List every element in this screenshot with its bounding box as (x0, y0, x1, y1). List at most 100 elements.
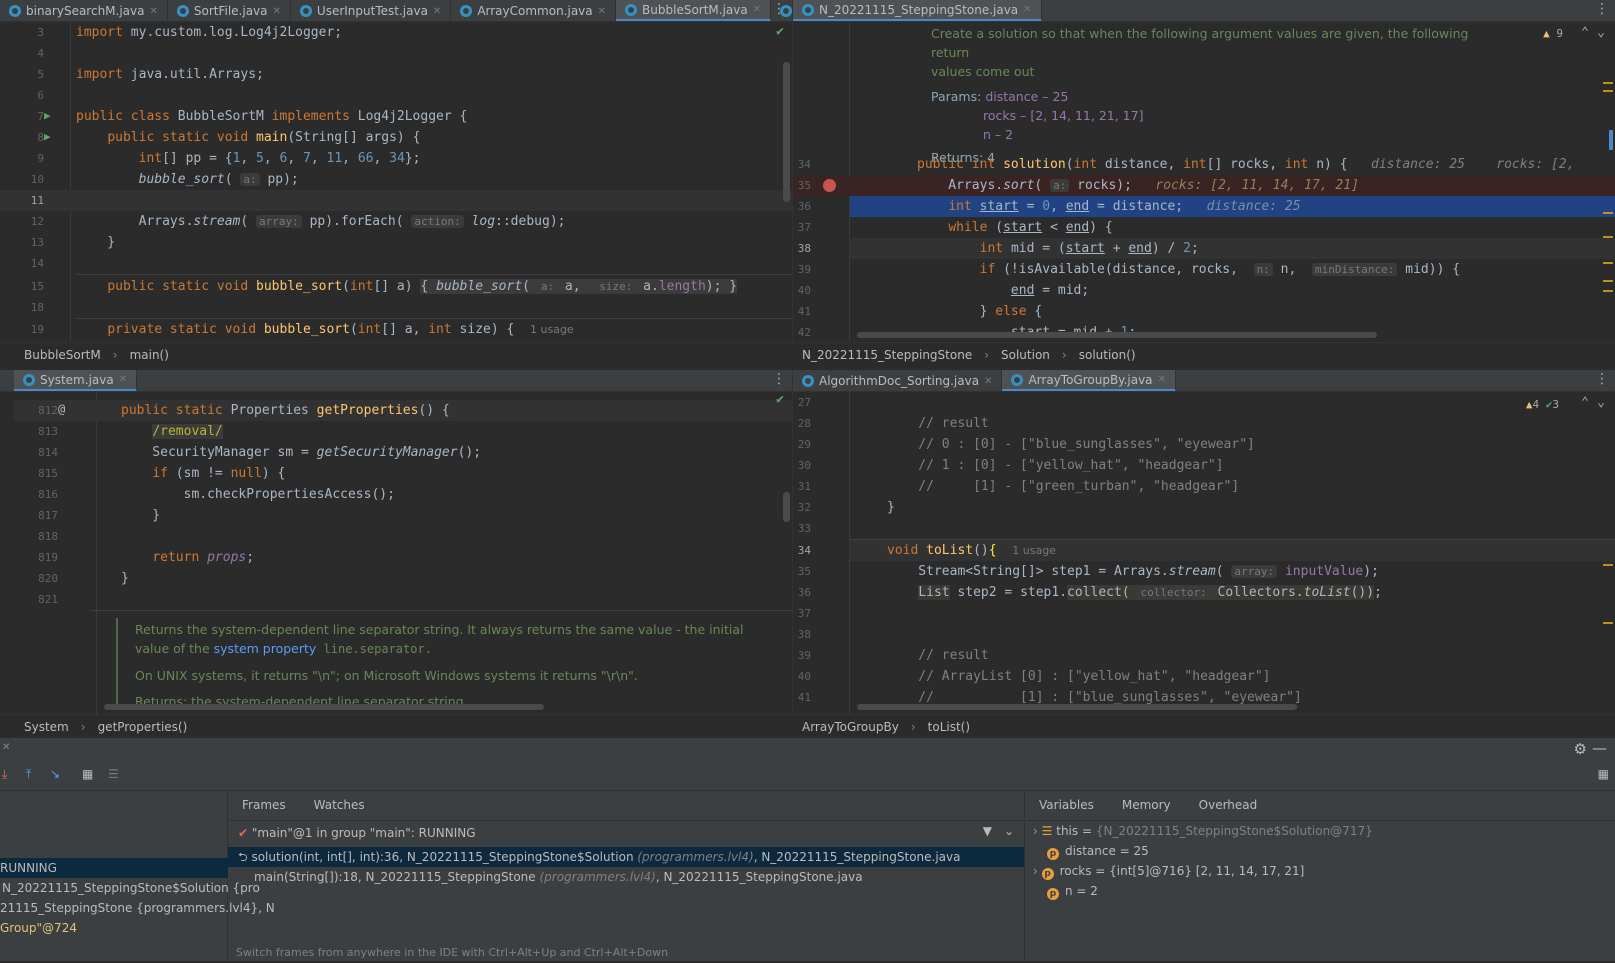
frames-header: Frames Watches (228, 792, 365, 818)
close-icon[interactable]: ✕ (119, 374, 127, 385)
chevron-right-icon: › (1033, 864, 1038, 878)
horizontal-scrollbar[interactable] (857, 332, 1377, 338)
variable-row[interactable]: p distance = 25 (1047, 841, 1149, 861)
chevron-down-icon[interactable]: ⌄ (1597, 25, 1605, 40)
code-area[interactable]: ▲4 ✔3 ⌃ ⌄ 27 28 // result 29 // 0 : [0] … (793, 392, 1615, 714)
more-icon[interactable]: ⋮ (772, 1, 786, 17)
editor-tabbar: AlgorithmDoc_Sorting.java ✕ ArrayToGroupB… (793, 370, 1615, 392)
tab-steppingstone[interactable]: N_20221115_SteppingStone.java ✕ (793, 0, 1042, 21)
class-icon (299, 5, 312, 17)
check-icon: ✔ (776, 24, 784, 39)
more-icon[interactable]: ⋮ (772, 371, 786, 387)
javadoc: Create a solution so that when the follo… (931, 26, 1469, 165)
horizontal-scrollbar[interactable] (104, 704, 544, 710)
close-icon[interactable]: ✕ (433, 6, 441, 17)
tab-memory[interactable]: Memory (1122, 798, 1171, 812)
class-icon (9, 5, 21, 17)
close-icon[interactable]: ✕ (149, 6, 157, 17)
tab-arraytogroupby[interactable]: ArrayToGroupBy.java ✕ (1002, 370, 1176, 391)
close-icon[interactable]: ✕ (2, 742, 10, 753)
tab-binarysearch[interactable]: binarySearchM.java ✕ (0, 0, 168, 21)
tab-variables[interactable]: Variables (1039, 798, 1094, 812)
evaluate-icon[interactable]: ▦ (82, 767, 93, 781)
trace-icon[interactable]: ☰ (108, 767, 119, 781)
variable-row[interactable]: pn = 2 (1047, 881, 1098, 901)
close-icon[interactable]: ✕ (984, 376, 992, 387)
class-icon (802, 3, 814, 16)
override-icon[interactable]: @ (58, 402, 65, 416)
editor-tabbar: System.java ✕ ⋮ (0, 370, 792, 392)
debug-toolbar: ⤓ ⤒ ↘ ▦ ☰ ▦ (0, 763, 1615, 791)
close-icon[interactable]: ✕ (753, 4, 761, 15)
class-icon (1011, 373, 1024, 386)
variable-row[interactable]: › ☰ this = {N_20221115_SteppingStone$Sol… (1033, 821, 1373, 841)
run-icon[interactable]: ▶ (44, 109, 51, 122)
tab-system[interactable]: System.java ✕ (14, 370, 138, 391)
class-icon (176, 5, 189, 17)
layout-icon[interactable]: ▦ (1598, 767, 1609, 781)
class-icon (625, 3, 638, 16)
filter-icon[interactable]: ▼ (983, 824, 992, 838)
run-to-cursor-icon[interactable]: ↘ (50, 767, 60, 781)
editor-tabbar: N_20221115_SteppingStone.java ✕ ⋮ (793, 0, 1615, 22)
code-area[interactable]: 3 import my.custom.log.Log4j2Logger; 4 5… (0, 22, 792, 342)
close-icon[interactable]: ✕ (1023, 4, 1031, 15)
inspection-widget[interactable]: ▲ 9 (1543, 27, 1563, 40)
class-icon (802, 375, 814, 387)
breadcrumb: ArrayToGroupBy › toList() (792, 714, 1615, 738)
breakpoint-icon[interactable] (823, 179, 836, 192)
variables-list: › ☰ this = {N_20221115_SteppingStone$Sol… (1024, 820, 1615, 961)
chevron-down-icon[interactable]: ⌄ (1004, 824, 1014, 838)
variables-header: Variables Memory Overhead (1024, 792, 1257, 818)
editor-steppingstone: N_20221115_SteppingStone.java ✕ ⋮ Create … (792, 0, 1615, 342)
editor-system: System.java ✕ ⋮ 812 @ public static Prope… (0, 370, 792, 714)
more-icon[interactable]: ⋮ (1595, 371, 1609, 387)
chevron-up-icon[interactable]: ⌃ (1581, 395, 1589, 410)
chevron-right-icon: › (1033, 824, 1038, 838)
run-icon[interactable]: ▶ (44, 130, 51, 143)
thread-row[interactable]: N_20221115_SteppingStone$Solution {pro (2, 878, 260, 898)
editor-tabbar: binarySearchM.java ✕ SortFile.java ✕ UserI… (0, 0, 792, 22)
minimize-icon[interactable]: — (1592, 739, 1607, 757)
step-into-icon[interactable]: ⤓ (2, 767, 7, 782)
breadcrumb: System › getProperties() (0, 714, 792, 738)
debug-panel: ✕ ⚙ — ⤓ ⤒ ↘ ▦ ☰ ▦ RUNNING N_20221115_Ste… (0, 738, 1615, 961)
chevron-up-icon[interactable]: ⌃ (1581, 25, 1589, 40)
threads-list: RUNNING N_20221115_SteppingStone$Solutio… (0, 792, 275, 961)
tab-sortfile[interactable]: SortFile.java ✕ (168, 0, 291, 21)
editor-bubblesort: binarySearchM.java ✕ SortFile.java ✕ UserI… (0, 0, 792, 342)
frame-row[interactable]: ⮌ solution(int, int[], int):36, N_202211… (228, 847, 1024, 867)
variable-row[interactable]: › p rocks = {int[5]@716} [2, 11, 14, 17, … (1033, 861, 1304, 881)
check-icon: ✔ (776, 392, 784, 407)
step-out-icon[interactable]: ⤒ (26, 767, 31, 782)
more-icon[interactable]: ⋮ (1595, 1, 1609, 17)
inspection-widget[interactable]: ▲4 ✔3 (1526, 398, 1559, 411)
scrollbar[interactable] (783, 62, 790, 202)
tab-watches[interactable]: Watches (314, 798, 365, 812)
close-icon[interactable]: ✕ (1158, 374, 1166, 385)
frame-row[interactable]: main(String[]):18, N_20221115_SteppingSt… (254, 867, 863, 887)
tab-arraycommon[interactable]: ArrayCommon.java ✕ (451, 0, 617, 21)
tab-overhead[interactable]: Overhead (1199, 798, 1258, 812)
gear-icon[interactable]: ⚙ (1574, 740, 1587, 758)
thread-row[interactable]: RUNNING (0, 858, 228, 878)
breadcrumb: BubbleSortM › main() (0, 342, 792, 366)
thread-row[interactable]: Group"@724 (0, 918, 77, 938)
scrollbar[interactable] (783, 492, 790, 522)
breadcrumb: N_20221115_SteppingStone › Solution › soluti… (792, 342, 1615, 366)
tab-frames[interactable]: Frames (242, 798, 286, 812)
javadoc-rendered: Returns the system-dependent line separa… (135, 622, 744, 709)
close-icon[interactable]: ✕ (273, 6, 281, 17)
horizontal-scrollbar[interactable] (857, 704, 1297, 710)
tab-algorithmdoc[interactable]: AlgorithmDoc_Sorting.java ✕ (793, 370, 1003, 391)
tab-bubblesort[interactable]: BubbleSortM.java ✕ (616, 0, 772, 21)
code-area[interactable]: Create a solution so that when the follo… (793, 22, 1615, 342)
code-area[interactable]: 812 @ public static Properties getProper… (14, 392, 792, 714)
chevron-down-icon[interactable]: ⌄ (1597, 395, 1605, 410)
tab-userinputtest[interactable]: UserInputTest.java ✕ (291, 0, 452, 21)
close-icon[interactable]: ✕ (598, 6, 606, 17)
thread-selector[interactable]: ✔ "main"@1 in group "main": RUNNING (238, 823, 476, 843)
editor-arraytogroupby: AlgorithmDoc_Sorting.java ✕ ArrayToGroupB… (792, 370, 1615, 714)
class-icon (23, 373, 35, 386)
frames-hint: Switch frames from anywhere in the IDE w… (236, 946, 669, 959)
